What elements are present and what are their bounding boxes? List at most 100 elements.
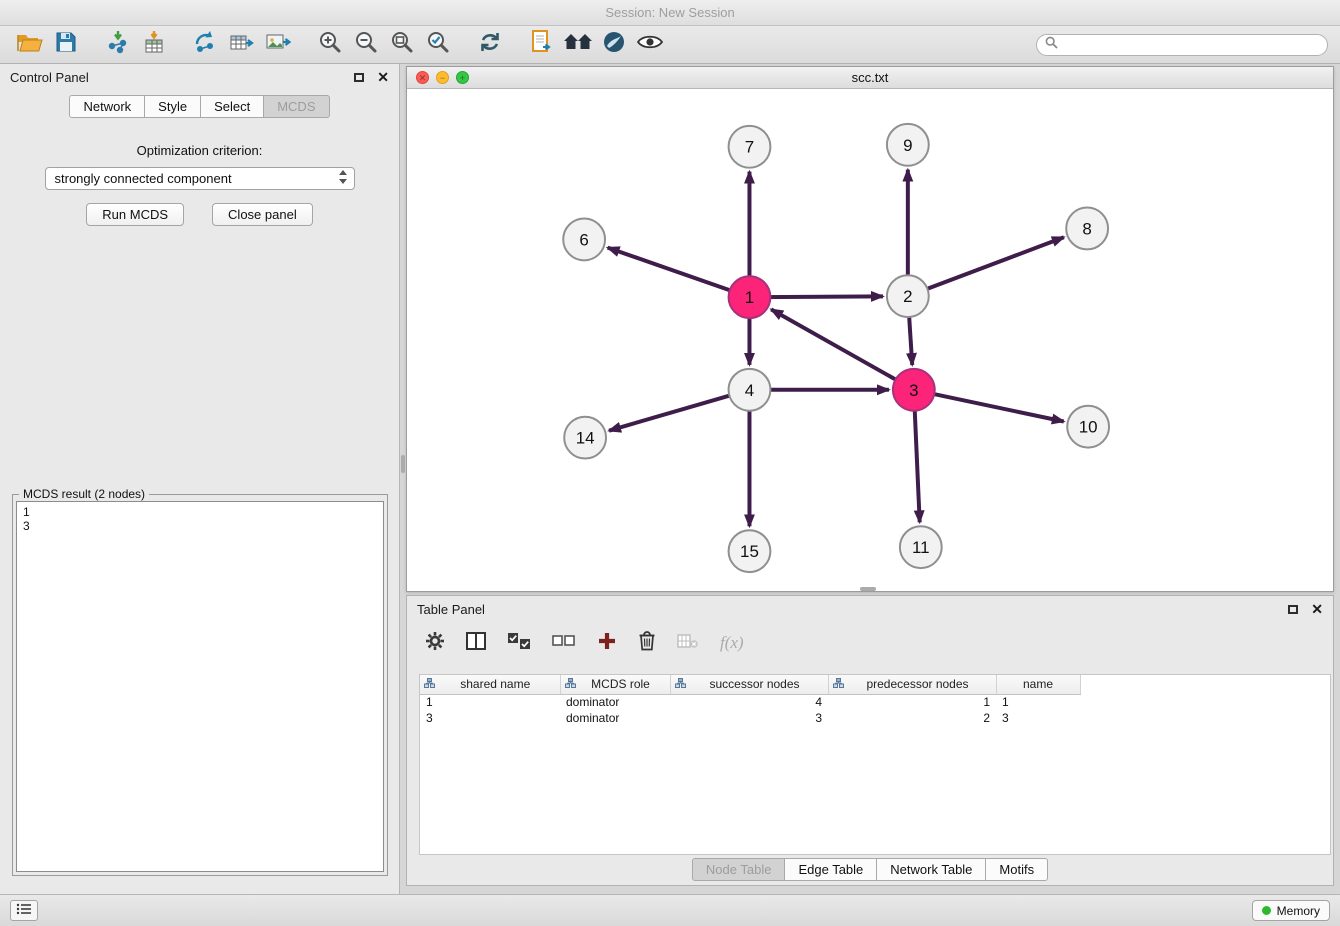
tab-node-table[interactable]: Node Table bbox=[692, 858, 786, 881]
search-input[interactable] bbox=[1064, 38, 1319, 52]
network-graph[interactable]: 7 9 6 8 1 2 4 3 14 10 15 11 bbox=[407, 89, 1333, 591]
tab-select[interactable]: Select bbox=[200, 95, 264, 118]
show-hide-graphics-button[interactable] bbox=[632, 30, 668, 60]
zoom-out-button[interactable] bbox=[348, 30, 384, 60]
show-panels-button[interactable] bbox=[10, 900, 38, 921]
memory-button[interactable]: Memory bbox=[1252, 900, 1330, 921]
column-label: MCDS role bbox=[576, 677, 666, 691]
table-cell[interactable]: 1 bbox=[996, 694, 1080, 710]
svg-text:9: 9 bbox=[903, 136, 912, 155]
table-cell[interactable]: 1 bbox=[420, 694, 560, 710]
table-row[interactable]: 3dominator323 bbox=[420, 710, 1080, 726]
table-cell[interactable]: dominator bbox=[560, 710, 670, 726]
network-window-titlebar[interactable]: ✕ − + scc.txt bbox=[407, 67, 1333, 89]
edge-3-1[interactable] bbox=[771, 309, 914, 389]
add-row-icon[interactable] bbox=[597, 631, 617, 656]
horizontal-scrollbar-thumb[interactable] bbox=[860, 587, 876, 591]
graph-node-11[interactable]: 11 bbox=[900, 526, 942, 568]
graph-node-7[interactable]: 7 bbox=[729, 126, 771, 168]
trash-icon[interactable] bbox=[638, 630, 656, 656]
open-report-button[interactable] bbox=[524, 30, 560, 60]
table-cell[interactable]: 4 bbox=[670, 694, 828, 710]
column-header-successor-nodes[interactable]: successor nodes bbox=[670, 675, 828, 694]
export-image-button[interactable] bbox=[260, 30, 296, 60]
select-all-icon[interactable] bbox=[507, 632, 531, 655]
graph-node-9[interactable]: 9 bbox=[887, 124, 929, 166]
tab-style[interactable]: Style bbox=[144, 95, 201, 118]
network-view-window: ✕ − + scc.txt 7 9 6 8 1 2 4 3 14 10 15 11 bbox=[406, 66, 1334, 592]
criterion-select-value: strongly connected component bbox=[55, 171, 338, 186]
node-table-body: 1dominator4113dominator323 bbox=[420, 694, 1080, 726]
tab-motifs[interactable]: Motifs bbox=[985, 858, 1048, 881]
save-session-button[interactable] bbox=[48, 30, 84, 60]
network-canvas[interactable]: 7 9 6 8 1 2 4 3 14 10 15 11 bbox=[407, 89, 1333, 591]
table-cell[interactable]: 1 bbox=[828, 694, 996, 710]
edge-3-10[interactable] bbox=[914, 390, 1064, 422]
vertical-scrollbar-thumb[interactable] bbox=[401, 455, 405, 473]
import-table-button[interactable] bbox=[136, 30, 172, 60]
column-header-shared-name[interactable]: shared name bbox=[420, 675, 560, 694]
search-box[interactable] bbox=[1036, 34, 1328, 56]
edge-1-6[interactable] bbox=[608, 248, 750, 298]
column-header-name[interactable]: name bbox=[996, 675, 1080, 694]
import-table-icon bbox=[142, 30, 166, 59]
column-header-mcds-role[interactable]: MCDS role bbox=[560, 675, 670, 694]
table-cell[interactable]: 3 bbox=[420, 710, 560, 726]
edge-4-14[interactable] bbox=[609, 390, 749, 431]
zoom-fit-button[interactable] bbox=[384, 30, 420, 60]
application-window: Session: New Session bbox=[0, 0, 1340, 926]
svg-text:7: 7 bbox=[745, 138, 754, 157]
graph-node-3[interactable]: 3 bbox=[893, 369, 935, 411]
control-panel-tabs: Network Style Select MCDS bbox=[0, 95, 399, 118]
column-header-predecessor-nodes[interactable]: predecessor nodes bbox=[828, 675, 996, 694]
zoom-in-button[interactable] bbox=[312, 30, 348, 60]
tab-mcds[interactable]: MCDS bbox=[263, 95, 329, 118]
graph-node-2[interactable]: 2 bbox=[887, 275, 929, 317]
new-network-icon bbox=[193, 30, 219, 59]
columns-icon[interactable] bbox=[466, 632, 486, 655]
graph-node-15[interactable]: 15 bbox=[729, 530, 771, 572]
apply-style-button[interactable] bbox=[596, 30, 632, 60]
gear-icon[interactable] bbox=[425, 631, 445, 656]
close-panel-icon[interactable]: ✕ bbox=[377, 70, 389, 84]
zoom-selected-button[interactable] bbox=[420, 30, 456, 60]
refresh-view-button[interactable] bbox=[472, 30, 508, 60]
float-panel-icon[interactable] bbox=[354, 73, 364, 82]
mcds-result-group: MCDS result (2 nodes) 1 3 bbox=[12, 494, 388, 876]
table-row[interactable]: 1dominator411 bbox=[420, 694, 1080, 710]
table-cell[interactable]: dominator bbox=[560, 694, 670, 710]
maximize-window-icon[interactable]: + bbox=[456, 71, 469, 84]
deselect-all-icon[interactable] bbox=[552, 633, 576, 654]
zoom-selected-icon bbox=[426, 30, 450, 59]
close-window-icon[interactable]: ✕ bbox=[416, 71, 429, 84]
criterion-select[interactable]: strongly connected component bbox=[45, 167, 355, 190]
graph-node-4[interactable]: 4 bbox=[729, 369, 771, 411]
table-cell[interactable]: 2 bbox=[828, 710, 996, 726]
float-table-panel-icon[interactable] bbox=[1288, 605, 1298, 614]
refresh-icon bbox=[478, 30, 502, 59]
export-table-button[interactable] bbox=[224, 30, 260, 60]
tab-network[interactable]: Network bbox=[69, 95, 145, 118]
control-panel-title: Control Panel bbox=[10, 70, 89, 85]
tab-edge-table[interactable]: Edge Table bbox=[784, 858, 877, 881]
table-panel-tabs: Node Table Edge Table Network Table Moti… bbox=[407, 858, 1333, 881]
run-mcds-button[interactable]: Run MCDS bbox=[86, 203, 184, 226]
graph-node-14[interactable]: 14 bbox=[564, 417, 606, 459]
column-tree-icon bbox=[565, 677, 576, 691]
open-session-button[interactable] bbox=[12, 30, 48, 60]
close-panel-button[interactable]: Close panel bbox=[212, 203, 313, 226]
graph-node-10[interactable]: 10 bbox=[1067, 406, 1109, 448]
graph-node-6[interactable]: 6 bbox=[563, 218, 605, 260]
tab-network-table[interactable]: Network Table bbox=[876, 858, 986, 881]
import-network-button[interactable] bbox=[100, 30, 136, 60]
new-network-button[interactable] bbox=[188, 30, 224, 60]
table-cell[interactable]: 3 bbox=[670, 710, 828, 726]
table-cell[interactable]: 3 bbox=[996, 710, 1080, 726]
home-button[interactable] bbox=[560, 30, 596, 60]
graph-node-1[interactable]: 1 bbox=[729, 276, 771, 318]
close-table-panel-icon[interactable]: ✕ bbox=[1311, 602, 1323, 616]
mcds-result-text: 1 3 bbox=[16, 501, 384, 872]
minimize-window-icon[interactable]: − bbox=[436, 71, 449, 84]
edge-2-8[interactable] bbox=[908, 237, 1064, 296]
graph-node-8[interactable]: 8 bbox=[1066, 208, 1108, 250]
